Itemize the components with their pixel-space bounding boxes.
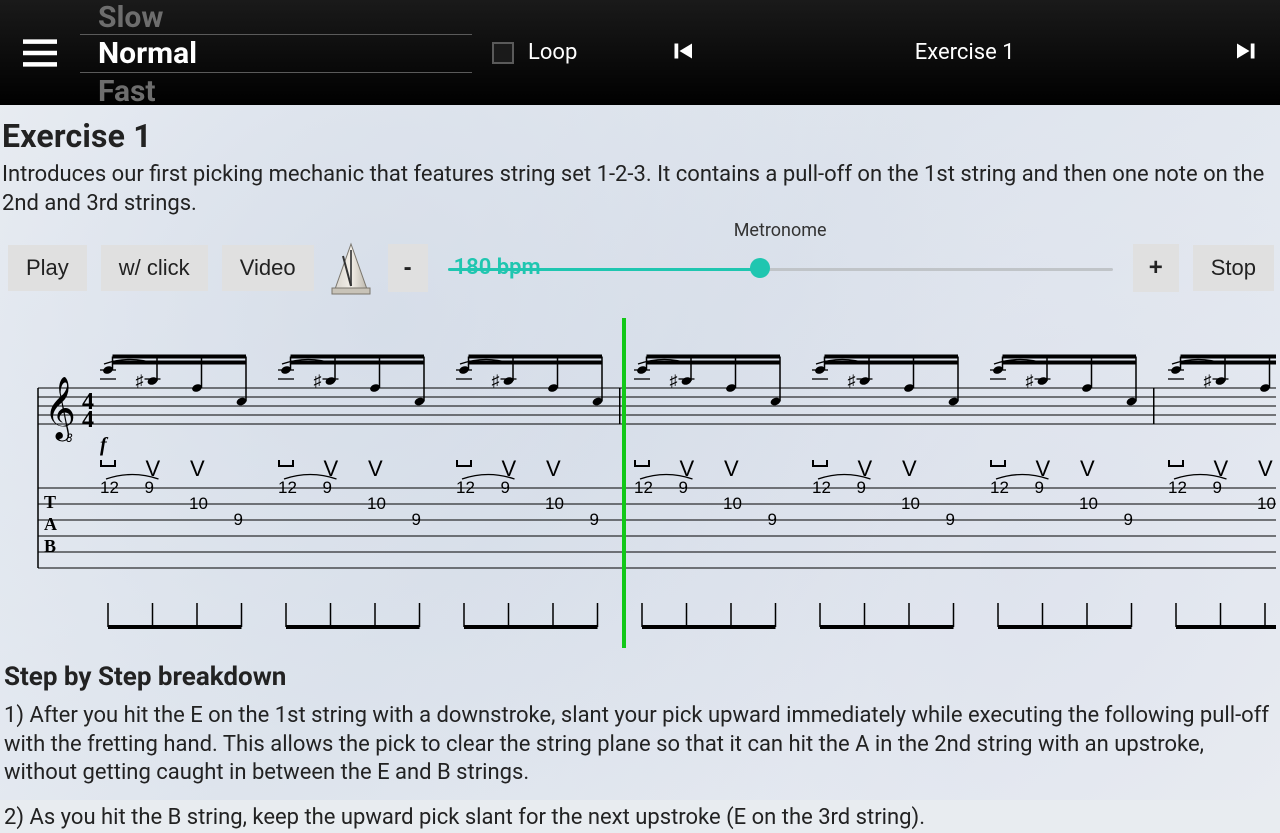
metronome-label: Metronome xyxy=(734,220,827,241)
svg-text:V: V xyxy=(190,456,205,481)
next-exercise-button[interactable] xyxy=(1232,36,1262,70)
breakdown-heading: Step by Step breakdown xyxy=(4,662,1276,692)
loop-checkbox[interactable] xyxy=(492,42,514,64)
score-view[interactable]: 𝄞844fTABVV♯129109VV♯129109VV♯129109VV♯12… xyxy=(2,318,1278,648)
play-button[interactable]: Play xyxy=(8,245,87,291)
score-svg: 𝄞844fTABVV♯129109VV♯129109VV♯129109VV♯12… xyxy=(8,318,1276,648)
svg-text:A: A xyxy=(44,514,57,534)
skip-next-icon xyxy=(1232,36,1262,66)
svg-text:♯: ♯ xyxy=(492,371,500,390)
speed-option-slow[interactable]: Slow xyxy=(98,0,163,35)
svg-text:V: V xyxy=(1080,456,1095,481)
svg-text:T: T xyxy=(44,492,56,512)
svg-text:9: 9 xyxy=(590,510,599,529)
svg-text:♯: ♯ xyxy=(1204,371,1212,390)
svg-text:9: 9 xyxy=(234,510,243,529)
bpm-minus-button[interactable]: - xyxy=(388,244,428,292)
breakdown-step-1: 1) After you hit the E on the 1st string… xyxy=(4,702,1276,788)
svg-text:10: 10 xyxy=(1079,494,1098,513)
svg-text:10: 10 xyxy=(1257,494,1276,513)
playback-controls: Play w/ click Video - Metronome 180 bpm … xyxy=(2,234,1278,314)
exercise-nav-title: Exercise 1 xyxy=(915,40,1015,65)
svg-text:12: 12 xyxy=(100,478,119,497)
svg-text:♯: ♯ xyxy=(136,371,144,390)
svg-text:V: V xyxy=(546,456,561,481)
exercise-description: Introduces our first picking mechanic th… xyxy=(2,161,1278,218)
svg-text:9: 9 xyxy=(501,478,510,497)
svg-text:♯: ♯ xyxy=(1026,371,1034,390)
svg-text:9: 9 xyxy=(946,510,955,529)
playhead xyxy=(622,318,626,648)
speed-picker[interactable]: Slow Normal Fast xyxy=(80,0,472,105)
svg-text:V: V xyxy=(902,456,917,481)
svg-text:12: 12 xyxy=(812,478,831,497)
svg-text:10: 10 xyxy=(189,494,208,513)
svg-text:9: 9 xyxy=(145,478,154,497)
prev-exercise-button[interactable] xyxy=(667,36,697,70)
svg-text:V: V xyxy=(724,456,739,481)
metronome-icon xyxy=(328,240,374,296)
svg-text:V: V xyxy=(1258,456,1273,481)
svg-text:♯: ♯ xyxy=(848,371,856,390)
top-bar: Slow Normal Fast Loop Exercise 1 xyxy=(0,0,1280,105)
video-button[interactable]: Video xyxy=(222,245,314,291)
svg-text:♯: ♯ xyxy=(314,371,322,390)
play-with-click-button[interactable]: w/ click xyxy=(101,245,208,291)
loop-label: Loop xyxy=(528,40,577,65)
svg-text:9: 9 xyxy=(679,478,688,497)
svg-text:V: V xyxy=(368,456,383,481)
stop-button[interactable]: Stop xyxy=(1193,245,1274,291)
svg-text:12: 12 xyxy=(278,478,297,497)
slider-thumb[interactable] xyxy=(750,258,770,278)
svg-text:9: 9 xyxy=(1035,478,1044,497)
speed-option-normal[interactable]: Normal xyxy=(98,36,197,71)
svg-text:9: 9 xyxy=(323,478,332,497)
svg-text:♯: ♯ xyxy=(670,371,678,390)
svg-text:12: 12 xyxy=(1168,478,1187,497)
svg-text:B: B xyxy=(44,536,56,556)
svg-text:12: 12 xyxy=(634,478,653,497)
content-area: Exercise 1 Introduces our first picking … xyxy=(0,105,1280,833)
exercise-title: Exercise 1 xyxy=(2,117,1278,155)
svg-text:8: 8 xyxy=(66,431,73,445)
divider xyxy=(80,72,472,73)
loop-toggle[interactable]: Loop xyxy=(492,40,577,65)
menu-button[interactable] xyxy=(0,38,80,68)
svg-text:9: 9 xyxy=(768,510,777,529)
breakdown-section: Step by Step breakdown 1) After you hit … xyxy=(2,648,1278,832)
svg-text:9: 9 xyxy=(1124,510,1133,529)
skip-previous-icon xyxy=(667,36,697,66)
bpm-value: 180 bpm xyxy=(450,255,545,280)
svg-text:12: 12 xyxy=(456,478,475,497)
menu-icon xyxy=(23,38,57,68)
bpm-plus-button[interactable]: + xyxy=(1133,244,1179,292)
svg-text:9: 9 xyxy=(857,478,866,497)
svg-text:10: 10 xyxy=(545,494,564,513)
svg-text:10: 10 xyxy=(901,494,920,513)
breakdown-step-2: 2) As you hit the B string, keep the upw… xyxy=(4,804,1276,833)
svg-text:10: 10 xyxy=(723,494,742,513)
svg-text:12: 12 xyxy=(990,478,1009,497)
svg-text:9: 9 xyxy=(412,510,421,529)
svg-text:4: 4 xyxy=(82,407,94,433)
exercise-nav: Exercise 1 xyxy=(577,36,1280,70)
speed-option-fast[interactable]: Fast xyxy=(98,74,156,109)
svg-text:10: 10 xyxy=(367,494,386,513)
svg-text:f: f xyxy=(100,434,109,456)
bpm-slider[interactable]: Metronome 180 bpm xyxy=(448,248,1113,288)
svg-text:9: 9 xyxy=(1213,478,1222,497)
